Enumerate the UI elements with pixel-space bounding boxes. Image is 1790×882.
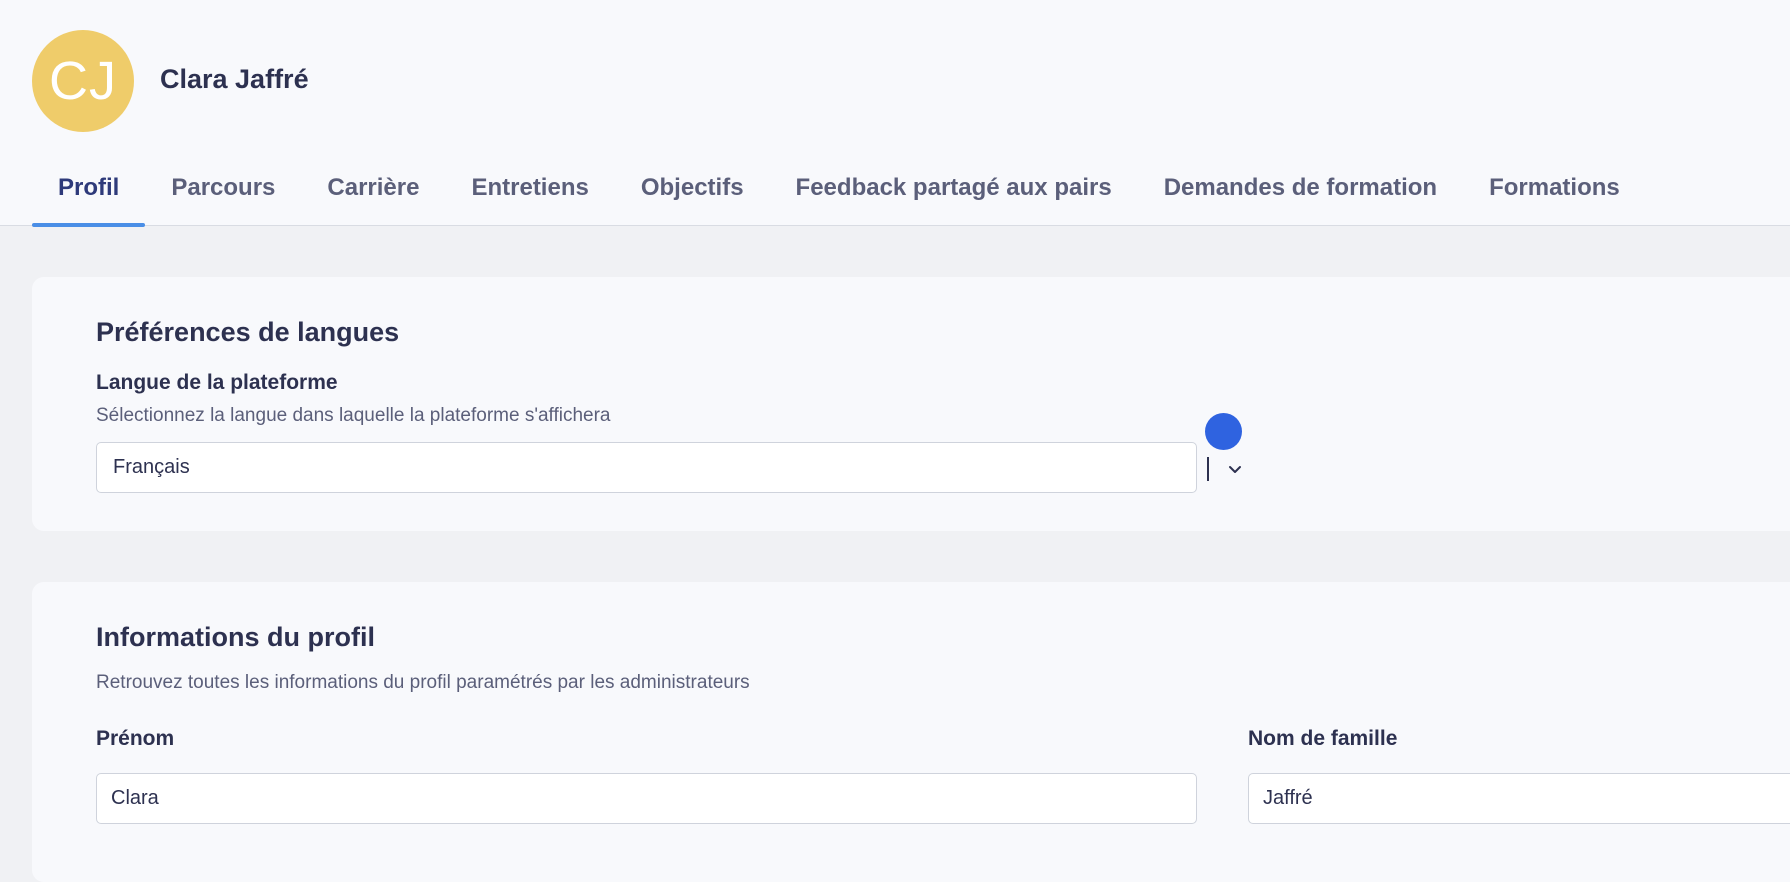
select-text-cursor	[1207, 457, 1209, 481]
language-section-title: Préférences de langues	[96, 317, 400, 347]
platform-language-help: Sélectionnez la langue dans laquelle la …	[96, 405, 611, 426]
avatar: CJ	[32, 30, 134, 132]
user-name: Clara Jaffré	[160, 64, 309, 94]
chevron-down-icon[interactable]	[1227, 461, 1243, 477]
tab-demandes-formation[interactable]: Demandes de formation	[1138, 162, 1463, 226]
tab-parcours[interactable]: Parcours	[145, 162, 301, 226]
profile-section-title: Informations du profil	[96, 622, 375, 652]
cursor-indicator-dot	[1205, 413, 1242, 450]
tab-profil[interactable]: Profil	[32, 162, 146, 227]
platform-language-label: Langue de la plateforme	[96, 371, 338, 394]
selected-language: Français	[113, 456, 190, 478]
tab-feedback-partage[interactable]: Feedback partagé aux pairs	[770, 162, 1138, 226]
profile-header: CJ Clara Jaffré Profil Parcours Carrière…	[0, 0, 1790, 227]
tab-carriere[interactable]: Carrière	[301, 162, 445, 226]
tab-formations[interactable]: Formations	[1463, 162, 1646, 226]
tab-entretiens[interactable]: Entretiens	[445, 162, 614, 226]
last-name-label: Nom de famille	[1248, 727, 1398, 750]
first-name-field[interactable]	[96, 773, 1197, 824]
language-preferences-card: Préférences de langues Langue de la plat…	[32, 277, 1790, 531]
last-name-field[interactable]	[1248, 773, 1790, 824]
profile-information-card: Informations du profil Retrouvez toutes …	[32, 582, 1790, 882]
tab-objectifs[interactable]: Objectifs	[615, 162, 770, 226]
profile-section-description: Retrouvez toutes les informations du pro…	[96, 672, 750, 693]
avatar-initials: CJ	[49, 51, 117, 111]
platform-language-select[interactable]: Français	[96, 442, 1241, 493]
profile-tabs: Profil Parcours Carrière Entretiens Obje…	[32, 162, 1646, 227]
first-name-label: Prénom	[96, 727, 175, 750]
